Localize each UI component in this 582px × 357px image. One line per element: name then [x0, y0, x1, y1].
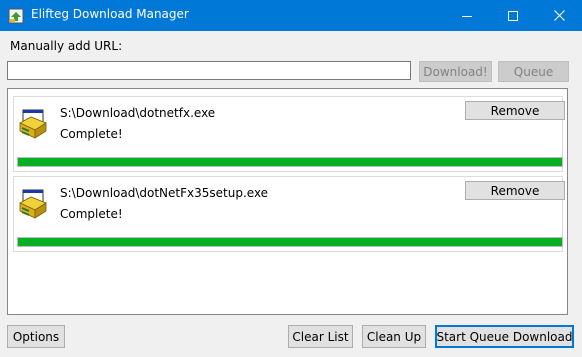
- remove-button[interactable]: Remove: [465, 181, 565, 200]
- download-button[interactable]: Download!: [419, 61, 492, 82]
- download-status: Complete!: [60, 207, 123, 221]
- download-status: Complete!: [60, 127, 123, 141]
- clear-list-button[interactable]: Clear List: [288, 325, 353, 348]
- download-path: S:\Download\dotnetfx.exe: [60, 106, 216, 120]
- close-button[interactable]: [536, 0, 582, 31]
- maximize-button[interactable]: [490, 0, 536, 31]
- progress-fill: [18, 238, 562, 246]
- url-label: Manually add URL:: [10, 39, 123, 53]
- progress-bar: [17, 157, 563, 167]
- minimize-button[interactable]: [444, 0, 490, 31]
- close-icon: [553, 10, 565, 21]
- download-item: S:\Download\dotnetfx.exe Complete! Remov…: [13, 96, 565, 172]
- start-queue-download-button[interactable]: Start Queue Download: [435, 325, 574, 348]
- download-path: S:\Download\dotNetFx35setup.exe: [60, 186, 269, 200]
- app-icon: [8, 8, 24, 24]
- options-button[interactable]: Options: [7, 325, 65, 348]
- installer-icon: [19, 109, 47, 139]
- remove-button[interactable]: Remove: [465, 101, 565, 120]
- clean-up-button[interactable]: Clean Up: [362, 325, 426, 348]
- window-title: Elifteg Download Manager: [31, 7, 189, 21]
- queue-button[interactable]: Queue: [498, 61, 569, 82]
- download-list[interactable]: S:\Download\dotnetfx.exe Complete! Remov…: [7, 88, 568, 315]
- progress-fill: [18, 158, 562, 166]
- maximize-icon: [508, 10, 518, 21]
- url-input[interactable]: [7, 61, 411, 80]
- minimize-icon: [462, 15, 472, 17]
- title-bar[interactable]: Elifteg Download Manager: [0, 0, 582, 31]
- installer-icon: [19, 189, 47, 219]
- download-item: S:\Download\dotNetFx35setup.exe Complete…: [13, 176, 565, 252]
- progress-bar: [17, 237, 563, 247]
